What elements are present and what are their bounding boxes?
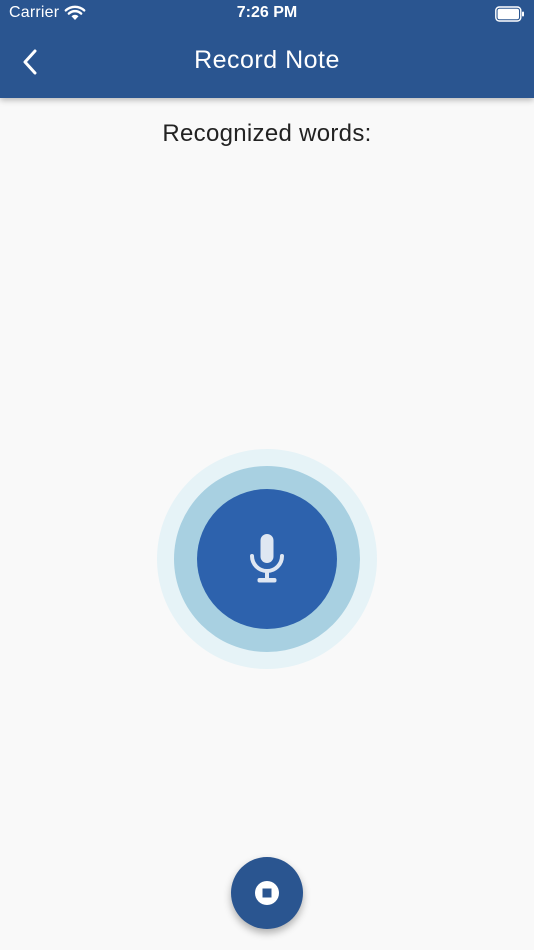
stop-icon	[255, 881, 279, 905]
microphone-icon	[250, 534, 284, 583]
page-title: Record Note	[194, 46, 340, 74]
stop-recording-button[interactable]	[231, 857, 303, 929]
status-time: 7:26 PM	[236, 4, 298, 21]
status-bar: Carrier 7:26 PM	[0, 0, 534, 28]
battery-icon	[495, 6, 524, 22]
microphone-button[interactable]	[197, 489, 337, 629]
app-bar: Carrier 7:26 PM Record Note	[0, 0, 534, 98]
recognized-words-label: Recognized words:	[162, 120, 372, 147]
